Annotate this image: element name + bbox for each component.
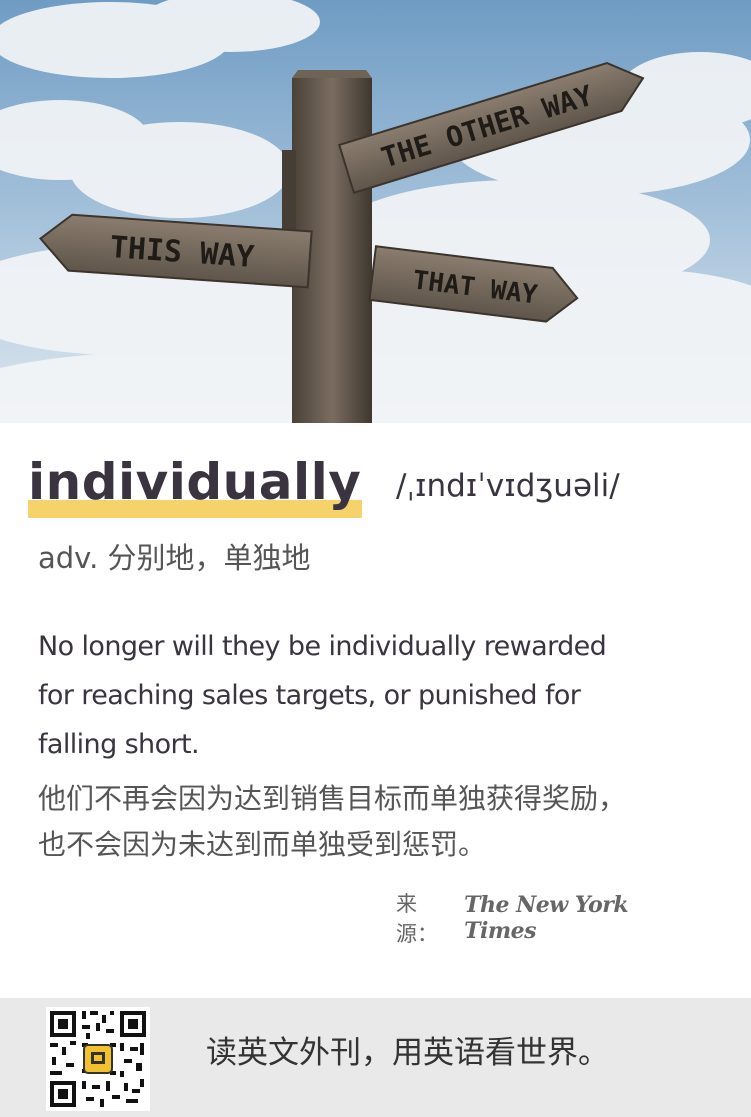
qr-code[interactable] <box>46 1007 150 1111</box>
footer-banner: 读英文外刊，用英语看世界。 <box>0 998 751 1117</box>
hero-image: THE OTHER WAY THIS WAY THAT WAY <box>0 0 751 423</box>
example-english-line: for reaching sales targets, or punished … <box>38 680 581 711</box>
publication-logo: The New York Times <box>464 892 629 944</box>
example-chinese-line: 也不会因为未达到而单独受到惩罚。 <box>38 828 487 861</box>
definition: adv. 分别地，单独地 <box>38 541 311 575</box>
phonetic-transcription: /ˌɪndɪˈvɪdʒuəli/ <box>396 468 620 504</box>
example-english-line: falling short. <box>38 729 200 760</box>
example-chinese-line: 他们不再会因为达到销售目标而单独获得奖励， <box>38 782 627 815</box>
footer-slogan: 读英文外刊，用英语看世界。 <box>206 1035 609 1071</box>
example-english-line: No longer will they be individually rewa… <box>38 631 607 662</box>
word-header: individually /ˌɪndɪˈvɪdʒuəli/ <box>28 452 728 522</box>
example-sentence-chinese: 他们不再会因为达到销售目标而单独获得奖励， 也不会因为未达到而单独受到惩罚。 <box>38 776 718 868</box>
source-attribution: 来源： The New York Times <box>396 892 696 946</box>
headword: individually <box>28 453 362 511</box>
source-label: 来源： <box>396 892 438 946</box>
example-sentence-english: No longer will they be individually rewa… <box>38 622 708 769</box>
